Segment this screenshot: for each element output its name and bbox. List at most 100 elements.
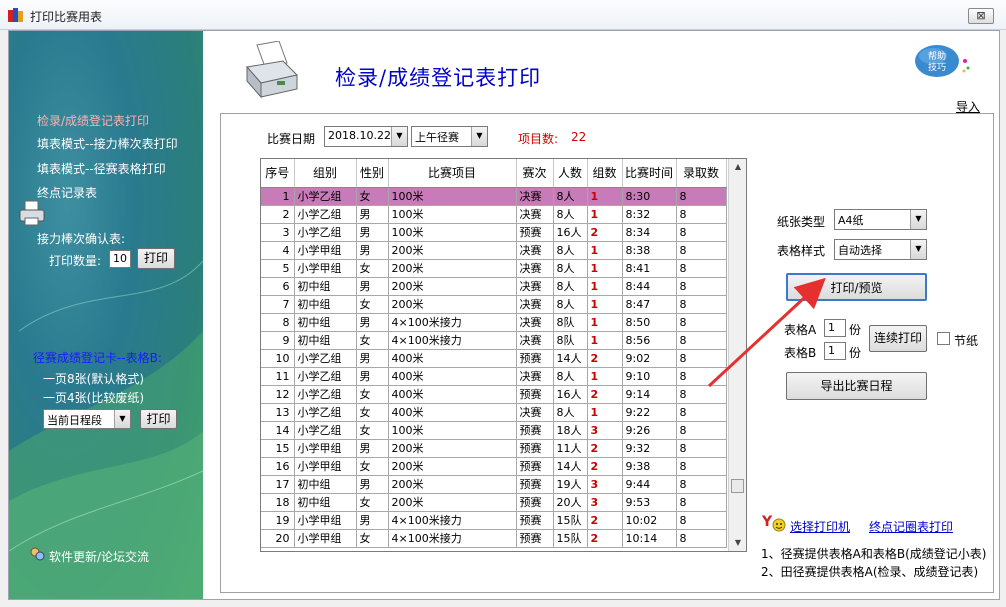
table-row[interactable]: 8 初中组男 4×100米接力 决赛 8队 1 8:50 8 — [261, 313, 727, 332]
scroll-down-icon[interactable]: ▼ — [729, 535, 746, 551]
cell-qualify: 8 — [676, 403, 727, 422]
relay-print-button[interactable]: 打印 — [137, 248, 175, 269]
col-header-event[interactable]: 比赛项目 — [388, 159, 517, 188]
cell-gender: 男 — [356, 439, 389, 458]
schedule-table-container[interactable]: 序号 组别 性别 比赛项目 赛次 人数 组数 比赛时间 录取数 1 小学乙组女 10… — [260, 158, 747, 552]
print-qty-input[interactable]: 10 — [109, 250, 131, 268]
date-label: 比赛日期 — [267, 132, 316, 146]
col-header-round[interactable]: 赛次 — [516, 159, 554, 188]
table-row[interactable]: 19 小学甲组男 4×100米接力 预赛 15队 2 10:02 8 — [261, 511, 727, 530]
table-style-select[interactable]: 自动选择 ▼ — [834, 239, 927, 260]
table-row[interactable]: 18 初中组女 200米 预赛 20人 3 9:53 8 — [261, 493, 727, 512]
cell-round: 决赛 — [516, 295, 554, 314]
cell-heats: 1 — [587, 295, 623, 314]
paper-type-value: A4纸 — [838, 214, 864, 227]
export-schedule-button[interactable]: 导出比赛日程 — [786, 372, 927, 400]
sidebar-link-relay-order-print[interactable]: 填表模式--接力棒次表打印 — [37, 135, 178, 152]
table-row[interactable]: 15 小学甲组男 200米 预赛 11人 2 9:32 8 — [261, 439, 727, 458]
cell-group: 小学乙组 — [294, 223, 357, 242]
select-printer-link[interactable]: 选择打印机 — [790, 518, 850, 535]
cell-heats: 2 — [587, 385, 623, 404]
table-row[interactable]: 6 初中组男 200米 决赛 8人 1 8:44 8 — [261, 277, 727, 296]
page4-option[interactable]: 一页4张(比较废纸) — [43, 389, 144, 406]
col-header-group[interactable]: 组别 — [294, 159, 357, 188]
col-header-time[interactable]: 比赛时间 — [622, 159, 677, 188]
header: 检录/成绩登记表打印 帮助 技巧 导入 — [203, 31, 999, 114]
svg-text:Y: Y — [762, 514, 773, 530]
table-row[interactable]: 3 小学乙组男 100米 预赛 16人 2 8:34 8 — [261, 223, 727, 242]
update-forum-link[interactable]: 软件更新/论坛交流 — [49, 548, 149, 565]
print-qty-label: 打印数量: — [49, 254, 102, 268]
cell-time: 8:30 — [622, 187, 677, 206]
table-row[interactable]: 13 小学乙组女 400米 决赛 8人 1 9:22 8 — [261, 403, 727, 422]
table-row[interactable]: 17 初中组男 200米 预赛 19人 3 9:44 8 — [261, 475, 727, 494]
cell-count: 16人 — [553, 223, 588, 242]
sidebar-link-track-table-print[interactable]: 填表模式--径赛表格打印 — [37, 160, 166, 177]
paper-type-select[interactable]: A4纸 ▼ — [834, 209, 927, 230]
session-select[interactable]: 上午径赛 ▼ — [411, 126, 488, 147]
scroll-up-icon[interactable]: ▲ — [729, 159, 746, 175]
cell-heats: 3 — [587, 493, 623, 512]
table-b-copies-input[interactable]: 1 — [824, 342, 846, 360]
table-row[interactable]: 4 小学甲组男 200米 决赛 8人 1 8:38 8 — [261, 241, 727, 260]
cell-round: 决赛 — [516, 331, 554, 350]
cell-round: 决赛 — [516, 313, 554, 332]
schedule-select[interactable]: 当前日程段 ▼ — [43, 409, 131, 429]
col-header-gender[interactable]: 性别 — [356, 159, 389, 188]
cell-group: 小学乙组 — [294, 385, 357, 404]
cell-seq: 17 — [261, 475, 295, 494]
save-paper-checkbox[interactable] — [937, 332, 950, 345]
note-line-2: 2、田径赛提供表格A(检录、成绩登记表) — [761, 565, 979, 579]
cell-time: 8:50 — [622, 313, 677, 332]
scrollbar-thumb[interactable] — [731, 479, 744, 493]
cell-group: 初中组 — [294, 295, 357, 314]
table-row[interactable]: 14 小学乙组女 100米 预赛 18人 3 9:26 8 — [261, 421, 727, 440]
table-vertical-scrollbar[interactable]: ▲ ▼ — [728, 159, 746, 551]
cell-qualify: 8 — [676, 493, 727, 512]
date-select[interactable]: 2018.10.22 ▼ — [324, 126, 408, 147]
table-row[interactable]: 12 小学乙组女 400米 预赛 16人 2 9:14 8 — [261, 385, 727, 404]
cell-seq: 3 — [261, 223, 295, 242]
chevron-down-icon: ▼ — [910, 240, 926, 259]
table-row[interactable]: 16 小学甲组女 200米 预赛 14人 2 9:38 8 — [261, 457, 727, 476]
page8-option[interactable]: 一页8张(默认格式) — [43, 370, 144, 387]
col-header-count[interactable]: 人数 — [553, 159, 588, 188]
continuous-print-button[interactable]: 连续打印 — [869, 325, 927, 352]
table-row[interactable]: 5 小学甲组女 200米 决赛 8人 1 8:41 8 — [261, 259, 727, 278]
cell-round: 预赛 — [516, 421, 554, 440]
cell-time: 8:32 — [622, 205, 677, 224]
close-button[interactable]: ⊠ — [968, 8, 994, 24]
table-style-label: 表格样式 — [777, 244, 826, 258]
print-preview-button[interactable]: 打印/预览 — [786, 273, 927, 301]
table-row[interactable]: 10 小学乙组男 400米 预赛 14人 2 9:02 8 — [261, 349, 727, 368]
table-row[interactable]: 7 初中组女 200米 决赛 8人 1 8:47 8 — [261, 295, 727, 314]
table-row[interactable]: 1 小学乙组女 100米 决赛 8人 1 8:30 8 — [261, 187, 727, 206]
cell-group: 初中组 — [294, 313, 357, 332]
cell-qualify: 8 — [676, 187, 727, 206]
cell-count: 16人 — [553, 385, 588, 404]
table-row[interactable]: 2 小学乙组男 100米 决赛 8人 1 8:32 8 — [261, 205, 727, 224]
table-a-copies-input[interactable]: 1 — [824, 319, 846, 337]
cell-count: 19人 — [553, 475, 588, 494]
table-row[interactable]: 9 初中组女 4×100米接力 决赛 8队 1 8:56 8 — [261, 331, 727, 350]
cell-qualify: 8 — [676, 349, 727, 368]
cell-group: 小学甲组 — [294, 241, 357, 260]
cell-round: 决赛 — [516, 277, 554, 296]
cell-round: 预赛 — [516, 349, 554, 368]
finish-lap-print-link[interactable]: 终点记圈表打印 — [869, 518, 953, 535]
cell-seq: 1 — [261, 187, 295, 206]
close-icon: ⊠ — [976, 9, 986, 22]
cell-seq: 15 — [261, 439, 295, 458]
cell-round: 预赛 — [516, 385, 554, 404]
col-header-qualify[interactable]: 录取数 — [676, 159, 727, 188]
col-header-seq[interactable]: 序号 — [261, 159, 295, 188]
help-tips-icon[interactable]: 帮助 技巧 — [911, 41, 971, 81]
table-row[interactable]: 11 小学乙组男 400米 决赛 8人 1 9:10 8 — [261, 367, 727, 386]
cell-heats: 3 — [587, 421, 623, 440]
cell-time: 8:47 — [622, 295, 677, 314]
printer-icon — [246, 41, 298, 99]
col-header-heats[interactable]: 组数 — [587, 159, 623, 188]
track-card-print-button[interactable]: 打印 — [140, 409, 177, 429]
sidebar-link-checkin-print[interactable]: 检录/成绩登记表打印 — [37, 112, 149, 129]
table-row[interactable]: 20 小学甲组女 4×100米接力 预赛 15队 2 10:14 8 — [261, 529, 727, 548]
